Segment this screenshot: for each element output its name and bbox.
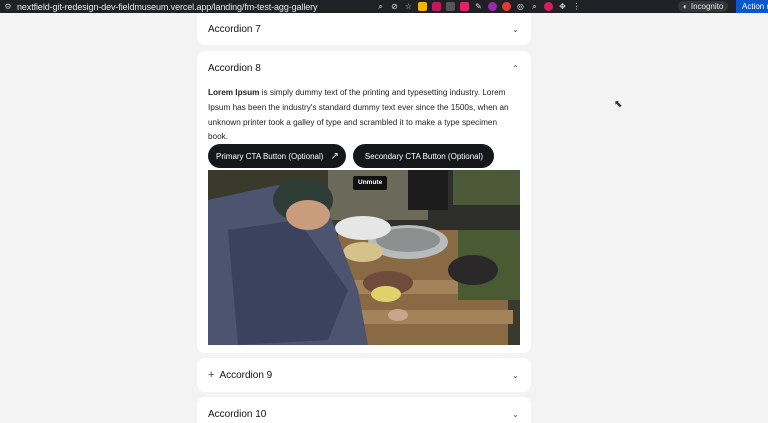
chevron-up-icon: ⌃: [512, 63, 519, 73]
accordion-8-body: Lorem Ipsum is simply dummy text of the …: [208, 86, 518, 145]
browser-toolbar: ⚙ nextfield-git-redesign-dev-fieldmuseum…: [0, 0, 768, 13]
extension-icon-1[interactable]: [418, 2, 427, 11]
accordion-8-header[interactable]: Accordion 8 ⌃: [197, 51, 531, 85]
extension-icon-4[interactable]: [460, 2, 469, 11]
accordion-7: Accordion 7 ⌄: [197, 13, 531, 45]
site-info-icon[interactable]: ⚙: [3, 2, 13, 12]
secondary-cta-label: Secondary CTA Button (Optional): [364, 151, 484, 161]
accordion-10-title: Accordion 10: [208, 408, 267, 420]
toolbar-icons: ⌕ ⊘ ☆ ✎ ◎ ⌕ ✥ ⋮: [376, 0, 581, 13]
video-player[interactable]: Unmute: [208, 170, 520, 345]
chevron-down-icon: ⌄: [512, 370, 519, 380]
search-icon[interactable]: ⌕: [376, 2, 385, 11]
accordion-9: + Accordion 9 ⌄: [197, 358, 531, 392]
extension-icon-5[interactable]: [488, 2, 497, 11]
accordion-7-title: Accordion 7: [208, 23, 261, 35]
secondary-cta-button[interactable]: Secondary CTA Button (Optional): [353, 144, 494, 168]
arrow-up-right-icon: ↗: [330, 150, 339, 162]
extension-icon-7[interactable]: [544, 2, 553, 11]
accordion-8: Accordion 8 ⌃ Lorem Ipsum is simply dumm…: [197, 51, 531, 353]
extension-icon-3[interactable]: [446, 2, 455, 11]
accordion-7-header[interactable]: Accordion 7 ⌄: [197, 13, 531, 45]
puzzle-icon[interactable]: ✥: [558, 2, 567, 11]
action-button[interactable]: Action re: [736, 0, 768, 13]
accordion-9-header[interactable]: + Accordion 9 ⌄: [197, 358, 531, 392]
chevron-down-icon: ⌄: [512, 409, 519, 419]
incognito-label: Incognito: [690, 2, 724, 11]
address-bar[interactable]: nextfield-git-redesign-dev-fieldmuseum.v…: [17, 2, 318, 12]
zoom-icon[interactable]: ⌕: [530, 2, 539, 11]
eye-off-icon[interactable]: ⊘: [390, 2, 399, 11]
incognito-icon: ◐: [683, 2, 688, 11]
incognito-badge[interactable]: ◐ Incognito: [678, 1, 729, 12]
accordion-10-header[interactable]: Accordion 10 ⌄: [197, 397, 531, 423]
primary-cta-button[interactable]: Primary CTA Button (Optional) ↗: [208, 144, 346, 168]
plus-icon: +: [208, 369, 215, 381]
accordion-10: Accordion 10 ⌄: [197, 397, 531, 423]
mouse-cursor-icon: ⬉: [614, 99, 623, 110]
menu-icon[interactable]: ⋮: [572, 2, 581, 11]
chevron-down-icon: ⌄: [512, 24, 519, 34]
extension-icon-2[interactable]: [432, 2, 441, 11]
video-frame: [208, 170, 520, 345]
compass-icon[interactable]: ◎: [516, 2, 525, 11]
accordion-8-title: Accordion 8: [208, 62, 261, 74]
accordion-9-title: Accordion 9: [219, 369, 273, 381]
unmute-button[interactable]: Unmute: [353, 176, 388, 190]
primary-cta-label: Primary CTA Button (Optional): [216, 151, 324, 161]
body-bold-lead: Lorem Ipsum: [208, 88, 260, 97]
extension-icon-6[interactable]: [502, 2, 511, 11]
pen-icon[interactable]: ✎: [474, 2, 483, 11]
star-icon[interactable]: ☆: [404, 2, 413, 11]
